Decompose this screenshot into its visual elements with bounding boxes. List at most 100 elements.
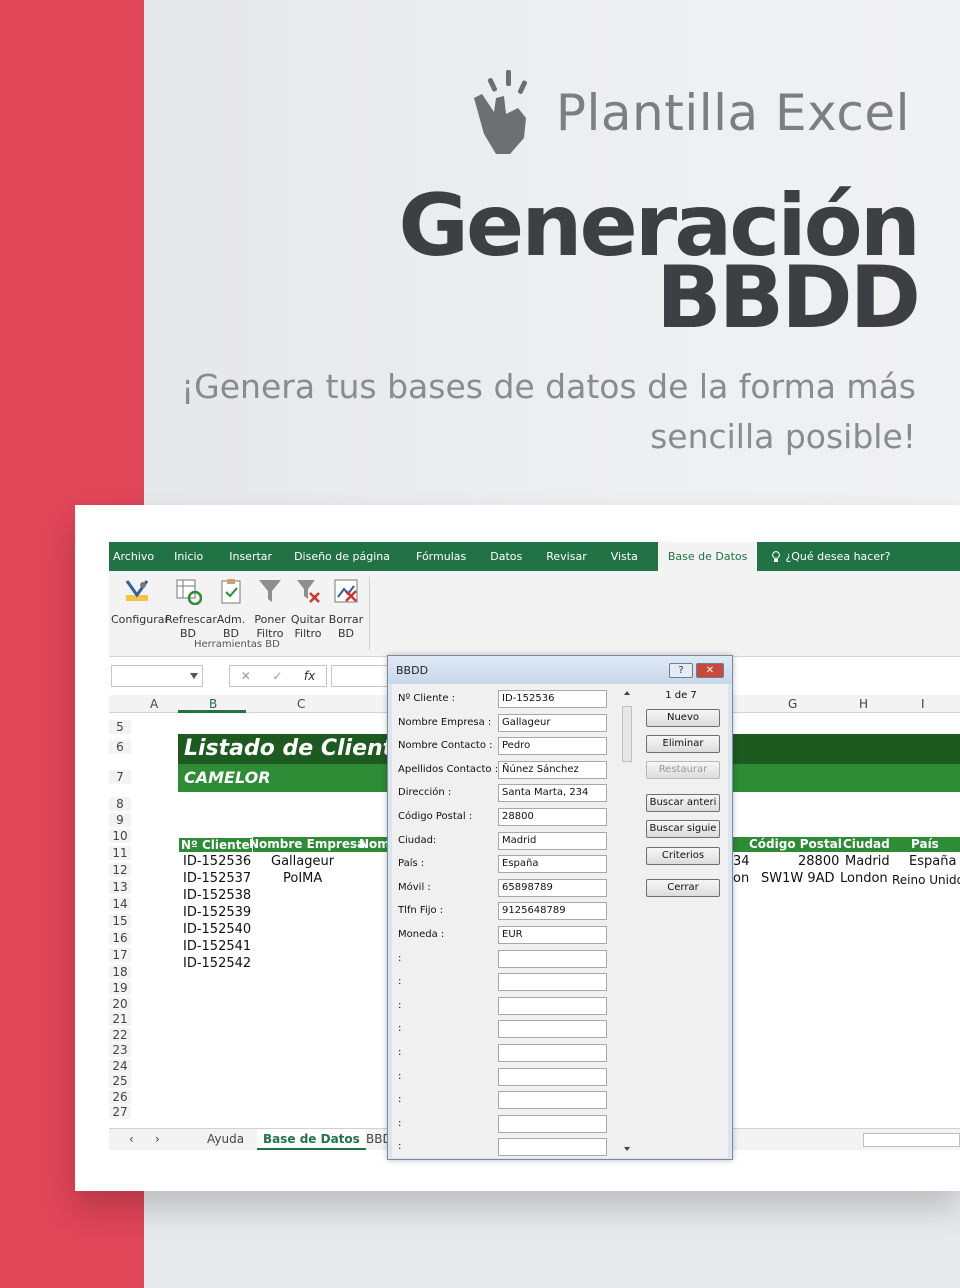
header-nom[interactable]: Nom — [359, 837, 390, 851]
row-header[interactable]: 18 — [109, 965, 131, 979]
row-header[interactable]: 11 — [109, 846, 131, 860]
row-header[interactable]: 24 — [109, 1059, 131, 1073]
sheet-tab-base-de-datos[interactable]: Base de Datos — [257, 1129, 366, 1150]
nuevo-button[interactable]: Nuevo — [646, 709, 720, 727]
field-input[interactable]: 9125648789 — [498, 902, 607, 921]
row-header[interactable]: 25 — [109, 1074, 131, 1088]
table-cell-country[interactable]: Reino Unido — [892, 873, 960, 887]
tab-inicio[interactable]: Inicio — [162, 542, 211, 571]
adm-bd-button[interactable]: Adm. BD — [213, 577, 249, 641]
configurar-button[interactable]: Configurar — [111, 577, 169, 627]
field-input[interactable]: Gallageur — [498, 713, 607, 732]
tab-datos[interactable]: Datos — [474, 542, 530, 571]
col-c[interactable]: C — [297, 697, 305, 711]
table-cell-city[interactable]: London — [840, 871, 888, 886]
col-i[interactable]: I — [921, 697, 925, 711]
table-cell-partial[interactable]: on — [733, 871, 749, 886]
cancel-icon[interactable]: ✕ — [241, 669, 251, 683]
col-a[interactable]: A — [150, 697, 158, 711]
criterios-button[interactable]: Criterios — [646, 847, 720, 865]
row-header[interactable]: 13 — [109, 880, 131, 894]
col-g[interactable]: G — [788, 697, 797, 711]
table-cell-id[interactable]: ID-152541 — [183, 939, 251, 954]
horizontal-scrollbar[interactable] — [863, 1133, 960, 1147]
table-cell-id[interactable]: ID-152536 — [183, 854, 251, 869]
tab-vista[interactable]: Vista — [595, 542, 646, 571]
row-header[interactable]: 23 — [109, 1043, 131, 1057]
sheet-prev-icon[interactable]: ‹ — [129, 1132, 134, 1146]
field-input[interactable]: ID-152536 — [498, 690, 607, 708]
field-input[interactable]: Madrid — [498, 831, 607, 850]
row-header[interactable]: 17 — [109, 948, 131, 962]
header-n-cliente[interactable]: Nº Cliente — [178, 837, 253, 853]
table-cell-country[interactable]: España — [909, 854, 956, 869]
field-input[interactable]: 28800 — [498, 808, 607, 826]
row-header[interactable]: 21 — [109, 1012, 131, 1026]
col-h[interactable]: H — [859, 697, 868, 711]
buscar-siguiente-button[interactable]: Buscar siguie — [646, 820, 720, 838]
header-ciudad[interactable]: Ciudad — [843, 837, 890, 851]
field-input[interactable]: 65898789 — [498, 878, 607, 897]
tab-base-de-datos[interactable]: Base de Datos — [657, 542, 758, 571]
header-nombre-empresa[interactable]: Nombre Empresa — [249, 837, 365, 851]
row-header[interactable]: 22 — [109, 1028, 131, 1042]
table-cell-postal[interactable]: 28800 — [798, 854, 839, 869]
row-header[interactable]: 27 — [109, 1105, 131, 1119]
row-header[interactable]: 14 — [109, 897, 131, 911]
field-input[interactable] — [498, 1067, 607, 1086]
quitar-filtro-button[interactable]: Quitar Filtro — [289, 577, 327, 641]
row-header[interactable]: 5 — [109, 720, 131, 734]
row-header[interactable]: 9 — [109, 813, 131, 827]
buscar-anterior-button[interactable]: Buscar anteri — [646, 794, 720, 812]
table-cell-company[interactable]: PoIMA — [283, 871, 322, 886]
field-input[interactable] — [498, 996, 607, 1015]
tab-insertar[interactable]: Insertar — [211, 542, 280, 571]
table-cell-partial[interactable]: 34 — [733, 854, 750, 869]
scroll-down-icon[interactable] — [621, 1144, 633, 1154]
row-header[interactable]: 15 — [109, 914, 131, 928]
name-box[interactable] — [111, 665, 203, 687]
field-input[interactable] — [498, 1044, 607, 1062]
tab-formulas[interactable]: Fórmulas — [398, 542, 474, 571]
field-input[interactable]: Santa Marta, 234 — [498, 784, 607, 803]
row-header[interactable]: 26 — [109, 1090, 131, 1104]
fx-icon[interactable]: fx — [304, 669, 315, 683]
field-input[interactable] — [498, 1114, 607, 1133]
row-header[interactable]: 16 — [109, 931, 131, 945]
row-header[interactable]: 12 — [109, 863, 131, 877]
dialog-close-button[interactable]: ✕ — [696, 663, 724, 678]
field-input[interactable] — [498, 973, 607, 992]
table-cell-id[interactable]: ID-152540 — [183, 922, 251, 937]
poner-filtro-button[interactable]: Poner Filtro — [251, 577, 289, 641]
borrar-bd-button[interactable]: Borrar BD — [327, 577, 365, 641]
refrescar-bd-button[interactable]: Refrescar BD — [165, 577, 217, 641]
row-header[interactable]: 19 — [109, 981, 131, 995]
table-cell-city[interactable]: Madrid — [845, 854, 890, 869]
table-cell-id[interactable]: ID-152542 — [183, 956, 251, 971]
table-cell-company[interactable]: Gallageur — [271, 854, 334, 869]
row-header[interactable]: 7 — [109, 770, 131, 784]
tab-revisar[interactable]: Revisar — [530, 542, 594, 571]
row-header[interactable]: 10 — [109, 829, 131, 843]
restaurar-button[interactable]: Restaurar — [646, 761, 720, 779]
sheet-tab-ayuda[interactable]: Ayuda — [207, 1132, 244, 1146]
form-scrollbar[interactable] — [621, 688, 633, 1154]
formula-input[interactable] — [331, 665, 391, 687]
table-cell-postal[interactable]: SW1W 9AD — [761, 871, 835, 886]
scroll-thumb[interactable] — [622, 706, 632, 762]
field-input[interactable] — [498, 949, 607, 968]
dialog-help-button[interactable]: ? — [669, 663, 693, 678]
scroll-up-icon[interactable] — [621, 688, 633, 698]
row-header[interactable]: 20 — [109, 997, 131, 1011]
col-b[interactable]: B — [209, 697, 217, 711]
header-codigo-postal[interactable]: Código Postal — [749, 837, 842, 851]
table-cell-id[interactable]: ID-152537 — [183, 871, 251, 886]
enter-icon[interactable]: ✓ — [272, 669, 282, 683]
field-input[interactable] — [498, 1138, 607, 1157]
sheet-next-icon[interactable]: › — [155, 1132, 160, 1146]
header-pais[interactable]: País — [911, 837, 939, 851]
field-input[interactable] — [498, 1091, 607, 1110]
tab-archivo[interactable]: Archivo — [109, 542, 162, 571]
field-input[interactable]: EUR — [498, 926, 607, 944]
field-input[interactable]: Ñúnez Sánchez — [498, 760, 607, 779]
